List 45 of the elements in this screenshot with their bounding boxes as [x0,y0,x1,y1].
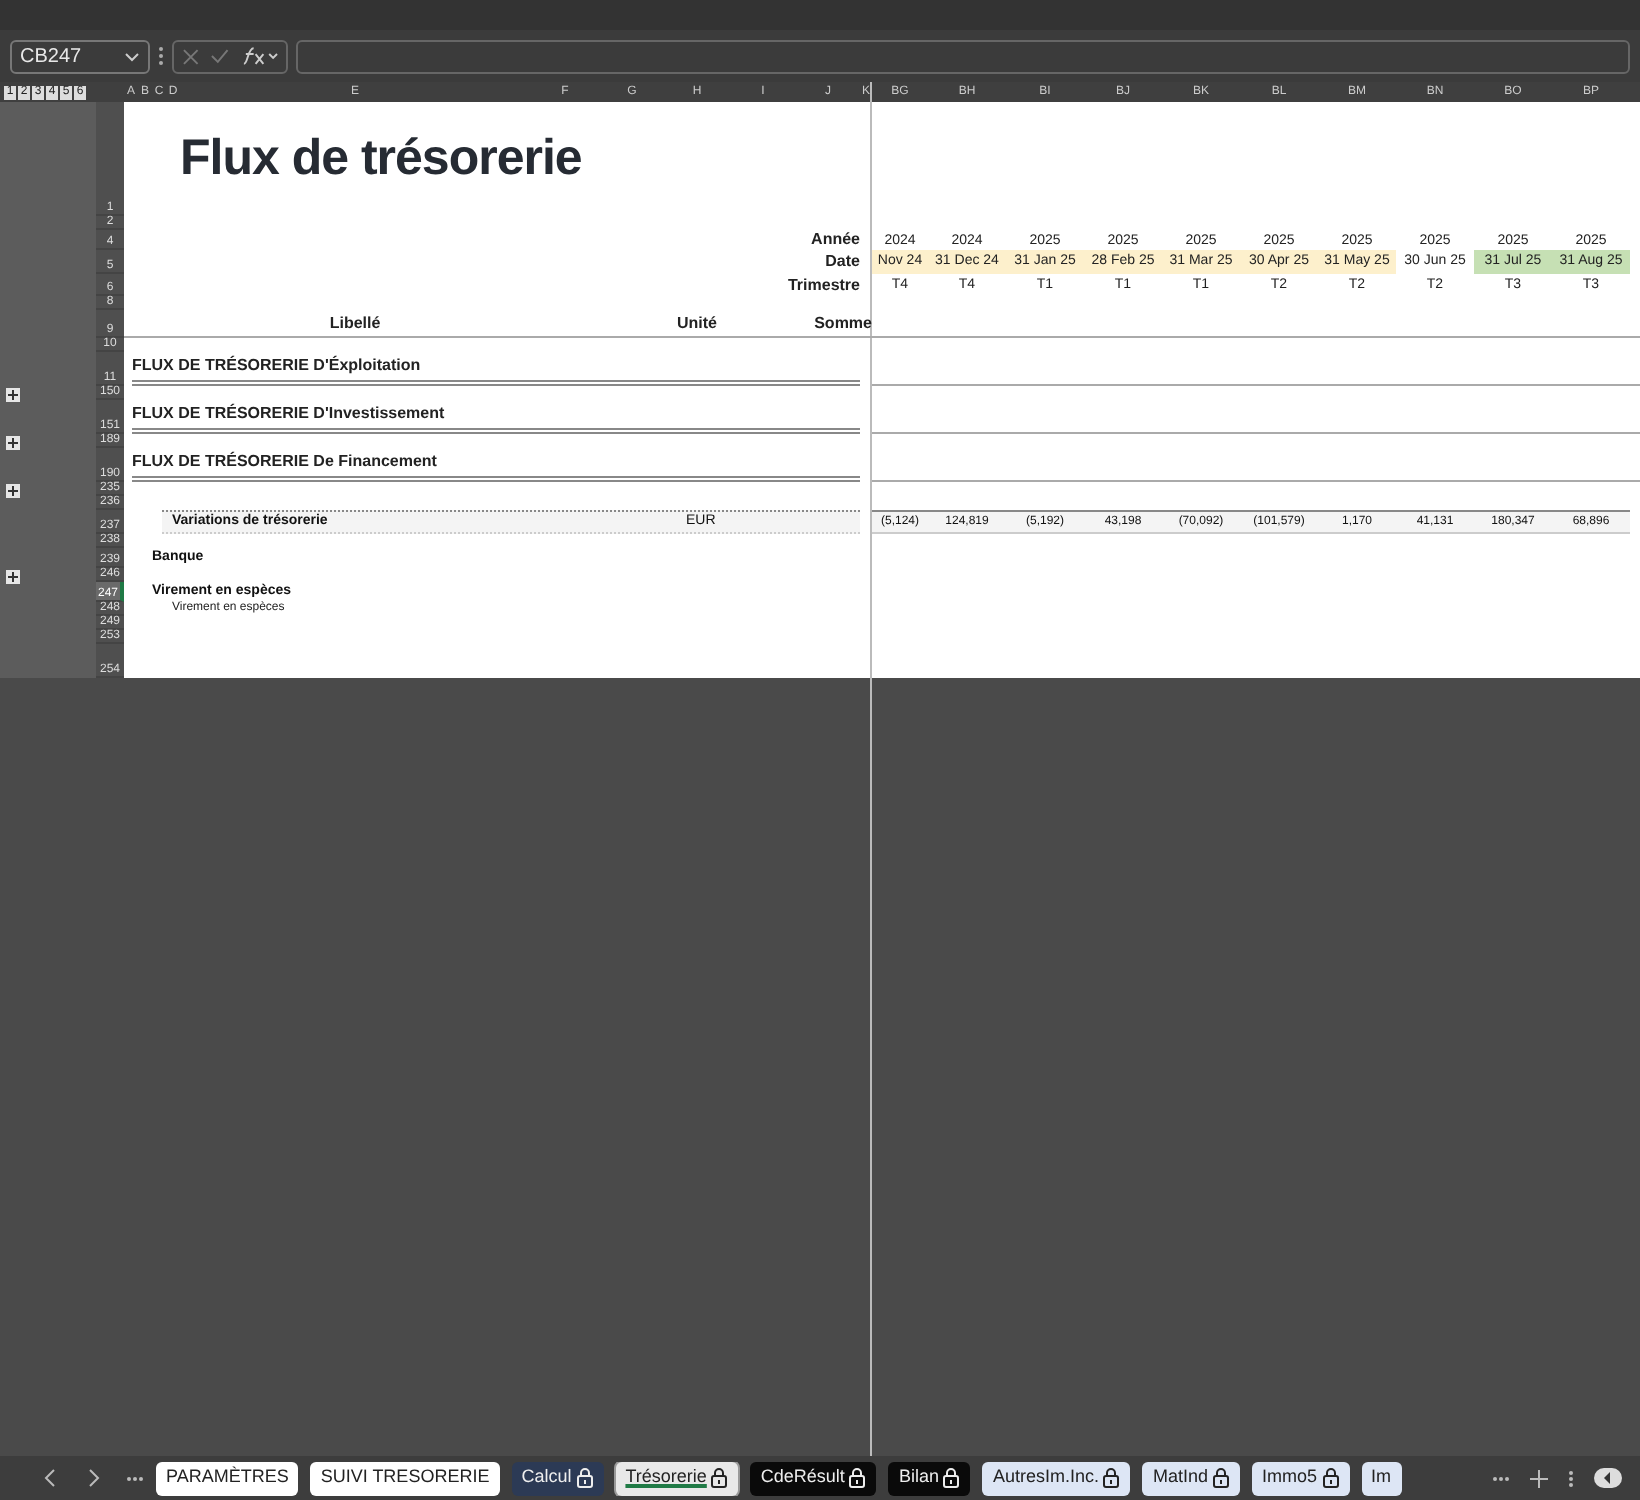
column-label: Unité [675,311,719,335]
expand-button[interactable] [6,484,20,498]
previous-sheet-icon[interactable] [44,1468,56,1488]
more-icon[interactable] [1568,1469,1574,1487]
sheet-tab[interactable]: Im [1361,1461,1401,1495]
expand-button[interactable] [6,436,20,450]
function-icon[interactable] [239,46,278,66]
more-icon[interactable] [125,1475,143,1481]
column-label: Somme [812,311,872,335]
sheet-tab[interactable]: CdeRésult [750,1461,877,1495]
sheet-tab[interactable]: PARAMÈTRES [156,1461,299,1495]
sheet-tab[interactable]: Bilan [888,1461,971,1495]
sheet-tab[interactable]: Calcul [511,1461,604,1495]
lock-icon [575,1468,594,1488]
lock-icon [1321,1468,1339,1488]
row-label: Trimestre [787,273,860,297]
lock-icon [710,1468,729,1488]
row-label: Date [825,250,860,274]
row-label: Année [811,228,860,252]
sheet-tab[interactable]: SUIVI TRESORERIE [310,1461,500,1495]
expand-button[interactable] [6,388,20,402]
add-sheet-icon[interactable] [1530,1469,1548,1487]
lock-icon [942,1468,961,1488]
sheet-tab[interactable]: Trésorerie [615,1461,739,1495]
formula-input[interactable] [296,39,1630,73]
sheet-tab[interactable]: AutresIm.Inc. [982,1461,1131,1495]
lock-icon [848,1468,867,1488]
lock-icon [1211,1468,1230,1488]
next-sheet-icon[interactable] [88,1468,100,1488]
lock-icon [1102,1468,1121,1488]
section-heading: FLUX DE TRÉSORERIE D'Éxploitation [132,354,860,386]
section-heading: FLUX DE TRÉSORERIE D'Investissement [132,402,860,434]
sheet-tab[interactable]: MatInd [1142,1461,1240,1495]
name-box[interactable]: CB247 [10,39,150,73]
chevron-icon [124,51,140,61]
column-label: Libellé [327,311,383,335]
check-icon[interactable] [209,48,230,64]
section-heading: FLUX DE TRÉSORERIE De Financement [132,450,860,482]
more-icon[interactable] [158,46,164,66]
sheet-title: Flux de trésorerie [180,127,582,190]
cancel-icon[interactable] [182,47,200,65]
more-icon[interactable] [1492,1475,1510,1481]
sheet-tab[interactable]: Immo5 [1251,1461,1349,1495]
expand-button[interactable] [6,570,20,584]
scroll-left-icon[interactable] [1594,1468,1622,1488]
